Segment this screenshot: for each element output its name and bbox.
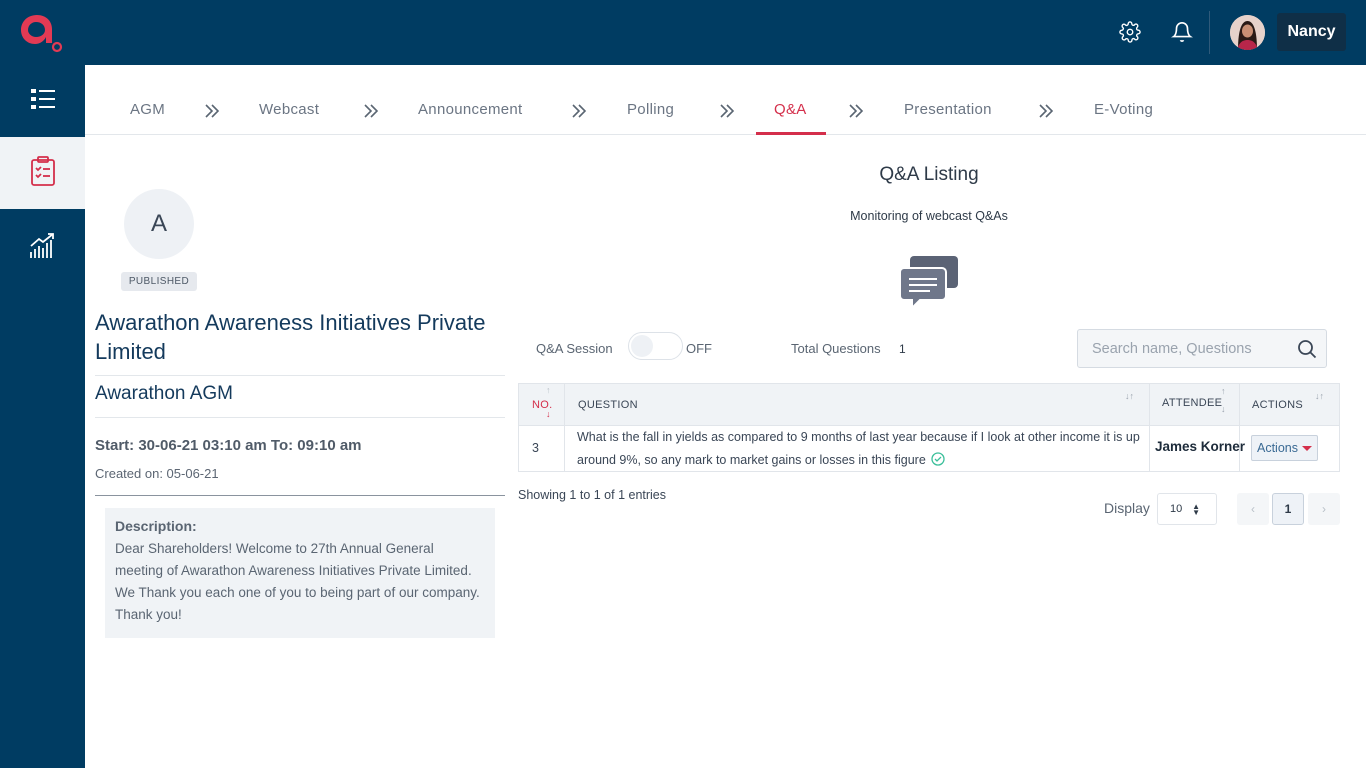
top-bar: Nancy: [0, 0, 1366, 65]
event-avatar: A: [124, 189, 194, 259]
active-tab-indicator: [756, 132, 826, 135]
page-subtitle: Monitoring of webcast Q&As: [850, 209, 1008, 223]
sort-down-icon: ↓: [1221, 404, 1226, 414]
select-arrows-icon: ▲ ▼: [1192, 502, 1200, 517]
double-chevron-icon: [720, 104, 735, 118]
company-name: Awarathon Awareness Initiatives Private …: [95, 310, 486, 364]
tab-agm[interactable]: AGM: [130, 101, 165, 118]
col-attendee[interactable]: ATTENDEE: [1162, 384, 1222, 422]
divider: [95, 417, 505, 418]
sidebar-item-list[interactable]: [0, 65, 85, 137]
tab-polling[interactable]: Polling: [627, 101, 674, 118]
sort-down-icon: ↓: [546, 409, 551, 419]
qa-table: NO. ↑ ↓ QUESTION ↓↑ ATTENDEE ↑ ↓ ACTIONS…: [518, 383, 1340, 472]
sidebar-item-analytics[interactable]: [0, 212, 85, 284]
logo-icon[interactable]: [20, 12, 64, 54]
chat-bubbles-icon: [899, 254, 958, 311]
divider: [95, 375, 505, 376]
tab-presentation[interactable]: Presentation: [904, 101, 992, 118]
status-badge: PUBLISHED: [121, 272, 197, 291]
meeting-name: Awarathon AGM: [95, 383, 234, 404]
description-text: Dear Shareholders! Welcome to 27th Annua…: [115, 541, 480, 622]
col-question[interactable]: QUESTION: [578, 384, 638, 426]
toggle-knob: [631, 335, 653, 357]
display-label: Display: [1104, 500, 1150, 516]
qa-session-label: Q&A Session: [536, 341, 613, 356]
sort-up-icon: ↑: [1221, 386, 1226, 396]
double-chevron-icon: [364, 104, 379, 118]
pagination-next[interactable]: ›: [1308, 493, 1340, 525]
gear-icon[interactable]: [1118, 20, 1142, 44]
tab-webcast[interactable]: Webcast: [259, 101, 319, 118]
total-questions-value: 1: [899, 342, 906, 356]
search-box: [1077, 329, 1327, 368]
description-box: Description: Dear Shareholders! Welcome …: [105, 508, 495, 638]
question-text: What is the fall in yields as compared t…: [577, 430, 1140, 467]
workflow-tabs: AGM Webcast Announcement Polling Q&A Pre…: [85, 87, 1366, 135]
top-divider: [1209, 11, 1210, 54]
page-size-value: 10: [1170, 503, 1183, 515]
sidebar-item-agm[interactable]: [0, 137, 85, 209]
tab-e-voting[interactable]: E-Voting: [1094, 101, 1153, 118]
avatar[interactable]: [1230, 15, 1265, 50]
column-divider: [1239, 384, 1240, 471]
clipboard-checklist-icon: [30, 155, 56, 191]
search-icon[interactable]: [1297, 339, 1317, 359]
double-chevron-icon: [205, 104, 220, 118]
tab-qa[interactable]: Q&A: [774, 101, 807, 118]
description-title: Description:: [115, 518, 197, 534]
pagination-page-1[interactable]: 1: [1272, 493, 1304, 525]
column-divider: [564, 384, 565, 471]
sort-icon: ↓↑: [1315, 391, 1324, 401]
qa-session-toggle[interactable]: [628, 332, 683, 360]
list-icon: [30, 88, 55, 115]
divider: [95, 495, 505, 496]
actions-label: Actions: [1257, 441, 1298, 455]
tab-announcement[interactable]: Announcement: [418, 101, 523, 118]
double-chevron-icon: [572, 104, 587, 118]
sidebar: [0, 65, 85, 768]
bell-icon[interactable]: [1170, 20, 1194, 44]
created-date: Created on: 05-06-21: [95, 466, 219, 481]
sort-up-icon: ↑: [546, 385, 551, 395]
entries-info: Showing 1 to 1 of 1 entries: [518, 488, 667, 502]
row-question: What is the fall in yields as compared t…: [577, 426, 1147, 474]
actions-dropdown-button[interactable]: Actions: [1251, 435, 1318, 461]
user-name[interactable]: Nancy: [1277, 13, 1346, 51]
column-divider: [1149, 384, 1150, 471]
double-chevron-icon: [849, 104, 864, 118]
caret-down-icon: [1302, 445, 1312, 451]
search-input[interactable]: [1078, 330, 1288, 367]
page-title: Q&A Listing: [879, 164, 979, 185]
check-circle-icon: [931, 451, 945, 474]
qa-session-state: OFF: [686, 341, 712, 356]
row-no: 3: [532, 441, 539, 455]
event-schedule: Start: 30-06-21 03:10 am To: 09:10 am: [95, 437, 362, 454]
pagination-prev[interactable]: ‹: [1237, 493, 1269, 525]
page-size-select[interactable]: 10 ▲ ▼: [1157, 493, 1217, 525]
total-questions-label: Total Questions: [791, 341, 881, 356]
sort-icon: ↓↑: [1125, 391, 1134, 401]
chart-growth-icon: [29, 232, 57, 265]
row-attendee: James Korner: [1155, 439, 1246, 454]
double-chevron-icon: [1039, 104, 1054, 118]
table-header: NO. ↑ ↓ QUESTION ↓↑ ATTENDEE ↑ ↓ ACTIONS…: [519, 384, 1339, 426]
col-actions[interactable]: ACTIONS: [1252, 384, 1303, 426]
